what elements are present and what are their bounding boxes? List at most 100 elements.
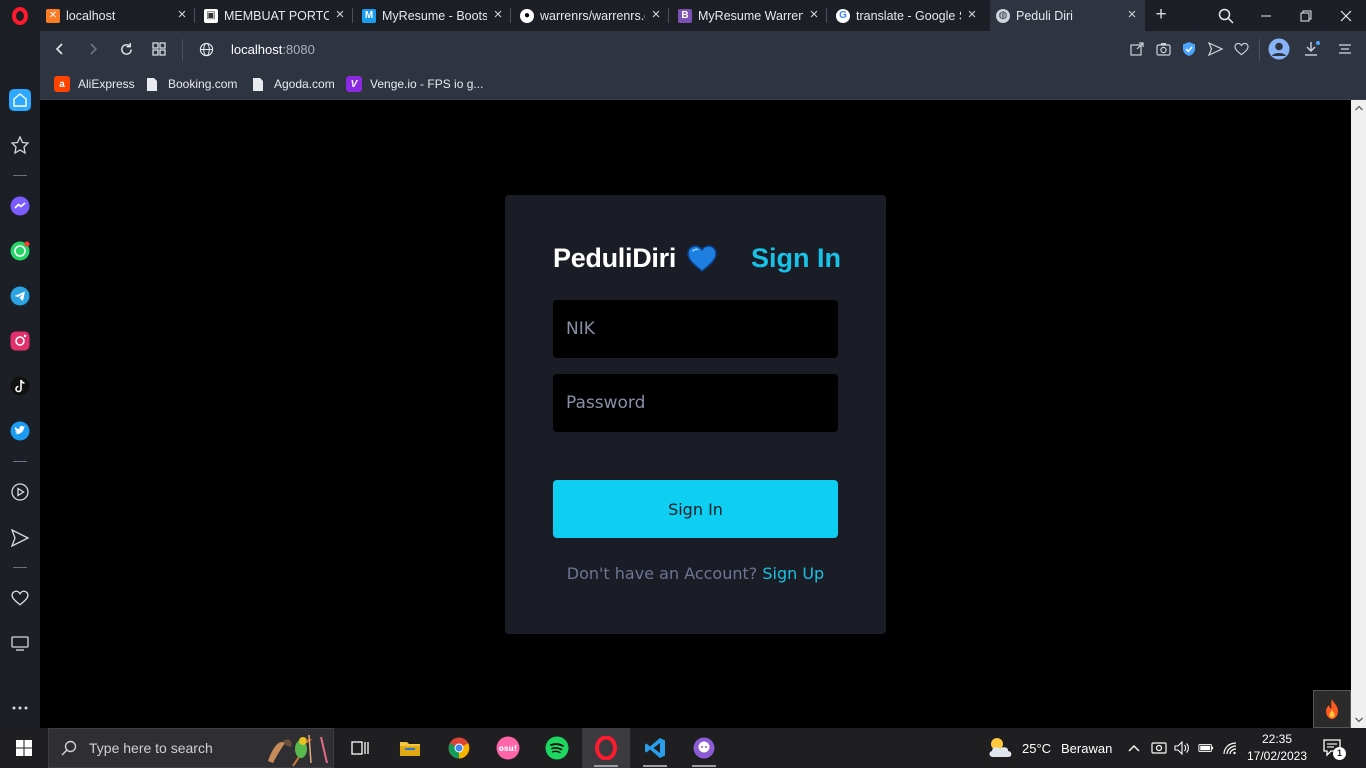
tab-membuat-portofolio[interactable]: ▣ MEMBUAT PORTOFOLIO ×: [198, 0, 353, 31]
reload-icon[interactable]: [114, 37, 138, 61]
back-icon[interactable]: [48, 37, 72, 61]
tab-title: MEMBUAT PORTOFOLIO: [224, 8, 329, 23]
my-flow-icon[interactable]: [8, 526, 32, 550]
signup-prompt-line: Don't have an Account? Sign Up: [505, 564, 886, 583]
pinboards-icon[interactable]: [8, 133, 32, 157]
github-icon: ●: [520, 8, 534, 23]
bookmark-agoda[interactable]: Agoda.com: [250, 75, 335, 93]
sign-in-button[interactable]: Sign In: [553, 480, 838, 538]
wifi-icon[interactable]: [1222, 740, 1238, 756]
tab-grid-icon[interactable]: [147, 37, 171, 61]
aliexpress-icon: a: [54, 76, 70, 92]
clock[interactable]: 22:35 17/02/2023: [1244, 730, 1310, 766]
snapshot-camera-icon[interactable]: [1153, 39, 1173, 59]
show-hidden-icons-chevron-icon[interactable]: [1126, 740, 1142, 756]
more-options-icon[interactable]: [8, 696, 32, 720]
weather-description[interactable]: Berawan: [1061, 741, 1112, 756]
player-icon[interactable]: [8, 480, 32, 504]
bootstrap-icon: B: [678, 8, 692, 23]
url-field[interactable]: localhost:8080: [231, 42, 315, 57]
weather-temperature[interactable]: 25°C: [1022, 741, 1051, 756]
scroll-down-arrow-icon[interactable]: [1351, 712, 1366, 727]
windows-start-icon[interactable]: [0, 728, 48, 768]
profile-avatar-icon[interactable]: [1268, 38, 1290, 60]
tab-title: MyResume Warren: [698, 8, 803, 23]
downloads-icon[interactable]: [1302, 39, 1322, 59]
close-window-icon[interactable]: [1326, 0, 1366, 31]
tab-translate-google[interactable]: G translate - Google Search ×: [830, 0, 985, 31]
close-tab-icon[interactable]: ×: [175, 7, 189, 22]
fire-extension-icon[interactable]: [1313, 690, 1351, 728]
page-viewport: PeduliDiri Sign In Sign In Don't have an…: [40, 100, 1351, 728]
osu-icon[interactable]: osu!: [484, 728, 532, 768]
bookmarks-heart-icon[interactable]: [8, 586, 32, 610]
close-tab-icon[interactable]: ×: [965, 7, 979, 22]
file-explorer-icon[interactable]: [386, 728, 434, 768]
password-input[interactable]: [553, 374, 838, 432]
telegram-icon[interactable]: [8, 284, 32, 308]
search-icon: [61, 740, 77, 756]
bookmark-aliexpress[interactable]: a AliExpress: [54, 75, 135, 93]
close-tab-icon[interactable]: ×: [807, 7, 821, 22]
speed-dial-home-icon[interactable]: [9, 89, 31, 111]
search-tabs-icon[interactable]: [1206, 0, 1246, 31]
vpn-shield-icon[interactable]: [1179, 39, 1199, 59]
close-tab-icon[interactable]: ×: [649, 7, 663, 22]
tab-separator: [668, 8, 669, 23]
notification-center-icon[interactable]: 1: [1320, 736, 1350, 760]
sign-up-link[interactable]: Sign Up: [762, 564, 824, 583]
new-tab-button[interactable]: +: [1151, 4, 1171, 26]
tab-github[interactable]: ● warrenrs/warrenrs.github ×: [514, 0, 669, 31]
tab-separator: [826, 8, 827, 23]
chrome-icon[interactable]: [435, 728, 483, 768]
nik-input[interactable]: [553, 300, 838, 358]
twitter-icon[interactable]: [8, 419, 32, 443]
bookmark-booking[interactable]: Booking.com: [144, 75, 237, 93]
site-info-globe-icon[interactable]: [194, 37, 218, 61]
bookmark-label: AliExpress: [78, 77, 135, 91]
task-view-icon[interactable]: [336, 728, 384, 768]
minimize-icon[interactable]: [1246, 0, 1286, 31]
weather-cloud-icon[interactable]: [986, 735, 1016, 761]
vertical-scrollbar[interactable]: [1351, 100, 1366, 728]
battery-icon[interactable]: [1198, 740, 1214, 756]
github-desktop-icon[interactable]: [680, 728, 728, 768]
instagram-icon[interactable]: [8, 329, 32, 353]
volume-icon[interactable]: [1174, 740, 1190, 756]
svg-text:osu!: osu!: [499, 744, 517, 753]
vscode-icon[interactable]: [631, 728, 679, 768]
spotify-icon[interactable]: [533, 728, 581, 768]
tab-localhost[interactable]: ✕ localhost ×: [40, 0, 195, 31]
bookmark-label: Venge.io - FPS io g...: [370, 77, 484, 91]
tab-peduli-diri[interactable]: ◍ Peduli Diri ×: [990, 0, 1145, 31]
close-tab-icon[interactable]: ×: [333, 7, 347, 22]
bookmark-venge[interactable]: V Venge.io - FPS io g...: [346, 75, 483, 93]
tab-title: warrenrs/warrenrs.github: [540, 8, 645, 23]
tiktok-icon[interactable]: [8, 374, 32, 398]
page-icon: [250, 76, 266, 92]
opera-menu-icon[interactable]: [0, 0, 40, 31]
tab-myresume-warren[interactable]: B MyResume Warren ×: [672, 0, 827, 31]
opera-taskbar-icon[interactable]: [582, 728, 630, 768]
scroll-up-arrow-icon[interactable]: [1351, 100, 1366, 115]
restore-icon[interactable]: [1286, 0, 1326, 31]
search-highlight-illustration: [268, 734, 328, 767]
tabs-history-icon[interactable]: [8, 631, 32, 655]
heart-bookmark-icon[interactable]: [1231, 39, 1251, 59]
taskbar-search-box[interactable]: Type here to search: [48, 728, 334, 768]
easy-setup-menu-icon[interactable]: [1335, 39, 1355, 59]
close-tab-icon[interactable]: ×: [491, 7, 505, 22]
share-icon[interactable]: [1127, 39, 1147, 59]
send-icon[interactable]: [1205, 39, 1225, 59]
close-tab-icon[interactable]: ×: [1125, 7, 1139, 22]
meet-now-icon[interactable]: [1151, 740, 1167, 756]
search-placeholder: Type here to search: [89, 740, 213, 756]
toolbar-divider: [1259, 39, 1260, 61]
forward-icon[interactable]: [81, 37, 105, 61]
tab-myresume-bootstrap[interactable]: M MyResume - Bootstrap ×: [356, 0, 511, 31]
tab-title: MyResume - Bootstrap: [382, 8, 487, 23]
page-icon: [144, 76, 160, 92]
messenger-icon[interactable]: [8, 194, 32, 218]
bookmark-label: Agoda.com: [274, 77, 335, 91]
whatsapp-icon[interactable]: [8, 239, 32, 263]
